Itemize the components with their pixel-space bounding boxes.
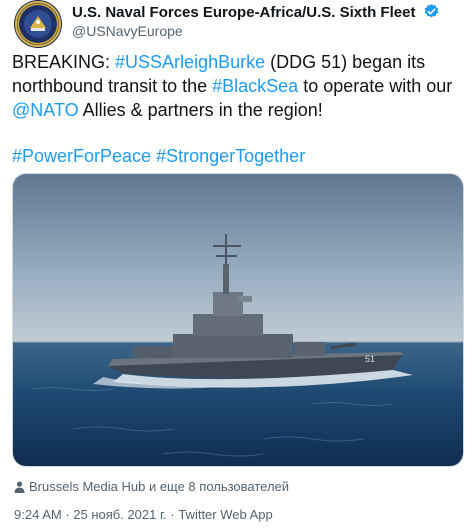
mention-nato[interactable]: @NATO (12, 100, 79, 120)
meta-separator: · (61, 507, 74, 522)
person-icon (14, 481, 25, 496)
navy-seal-avatar[interactable] (14, 0, 62, 48)
tweet-time[interactable]: 9:24 AM (14, 507, 62, 522)
tweet-text: BREAKING: #USSArleighBurke (DDG 51) bega… (12, 50, 464, 168)
account-handle[interactable]: @USNavyEurope (72, 23, 183, 39)
tweet-source[interactable]: Twitter Web App (178, 507, 272, 522)
tagged-text: Brussels Media Hub и еще 8 пользователей (29, 479, 290, 494)
tweet-photo[interactable]: 51 (12, 173, 464, 467)
tweet: U.S. Naval Forces Europe-Africa/U.S. Six… (0, 0, 476, 530)
tweet-paragraph-2: #PowerForPeace #StrongerTogether (12, 144, 464, 168)
tweet-header: U.S. Naval Forces Europe-Africa/U.S. Six… (14, 0, 464, 50)
destroyer-ship-photo: 51 (13, 174, 463, 466)
tagged-people[interactable]: Brussels Media Hub и еще 8 пользователей (14, 479, 289, 496)
verified-badge-icon (423, 3, 440, 25)
hashtag-powerforpeace[interactable]: #PowerForPeace (12, 146, 151, 166)
text-mid-2: to operate with our (298, 76, 453, 96)
text-prefix: BREAKING: (12, 52, 116, 72)
hashtag-strongertogether[interactable]: #StrongerTogether (156, 146, 305, 166)
tweet-date[interactable]: 25 нояб. 2021 г. (73, 507, 167, 522)
meta-separator: · (166, 507, 179, 522)
display-name[interactable]: U.S. Naval Forces Europe-Africa/U.S. Six… (72, 4, 415, 21)
hull-number-label: 51 (365, 354, 375, 364)
text-suffix: Allies & partners in the region! (78, 100, 323, 120)
tweet-meta: 9:24 AM · 25 нояб. 2021 г. · Twitter Web… (14, 507, 273, 522)
hashtag-ussarleighburke[interactable]: #USSArleighBurke (115, 52, 265, 72)
seal-emblem-icon (15, 1, 61, 47)
tweet-paragraph-1: BREAKING: #USSArleighBurke (DDG 51) bega… (12, 50, 464, 122)
hashtag-blacksea[interactable]: #BlackSea (212, 76, 298, 96)
